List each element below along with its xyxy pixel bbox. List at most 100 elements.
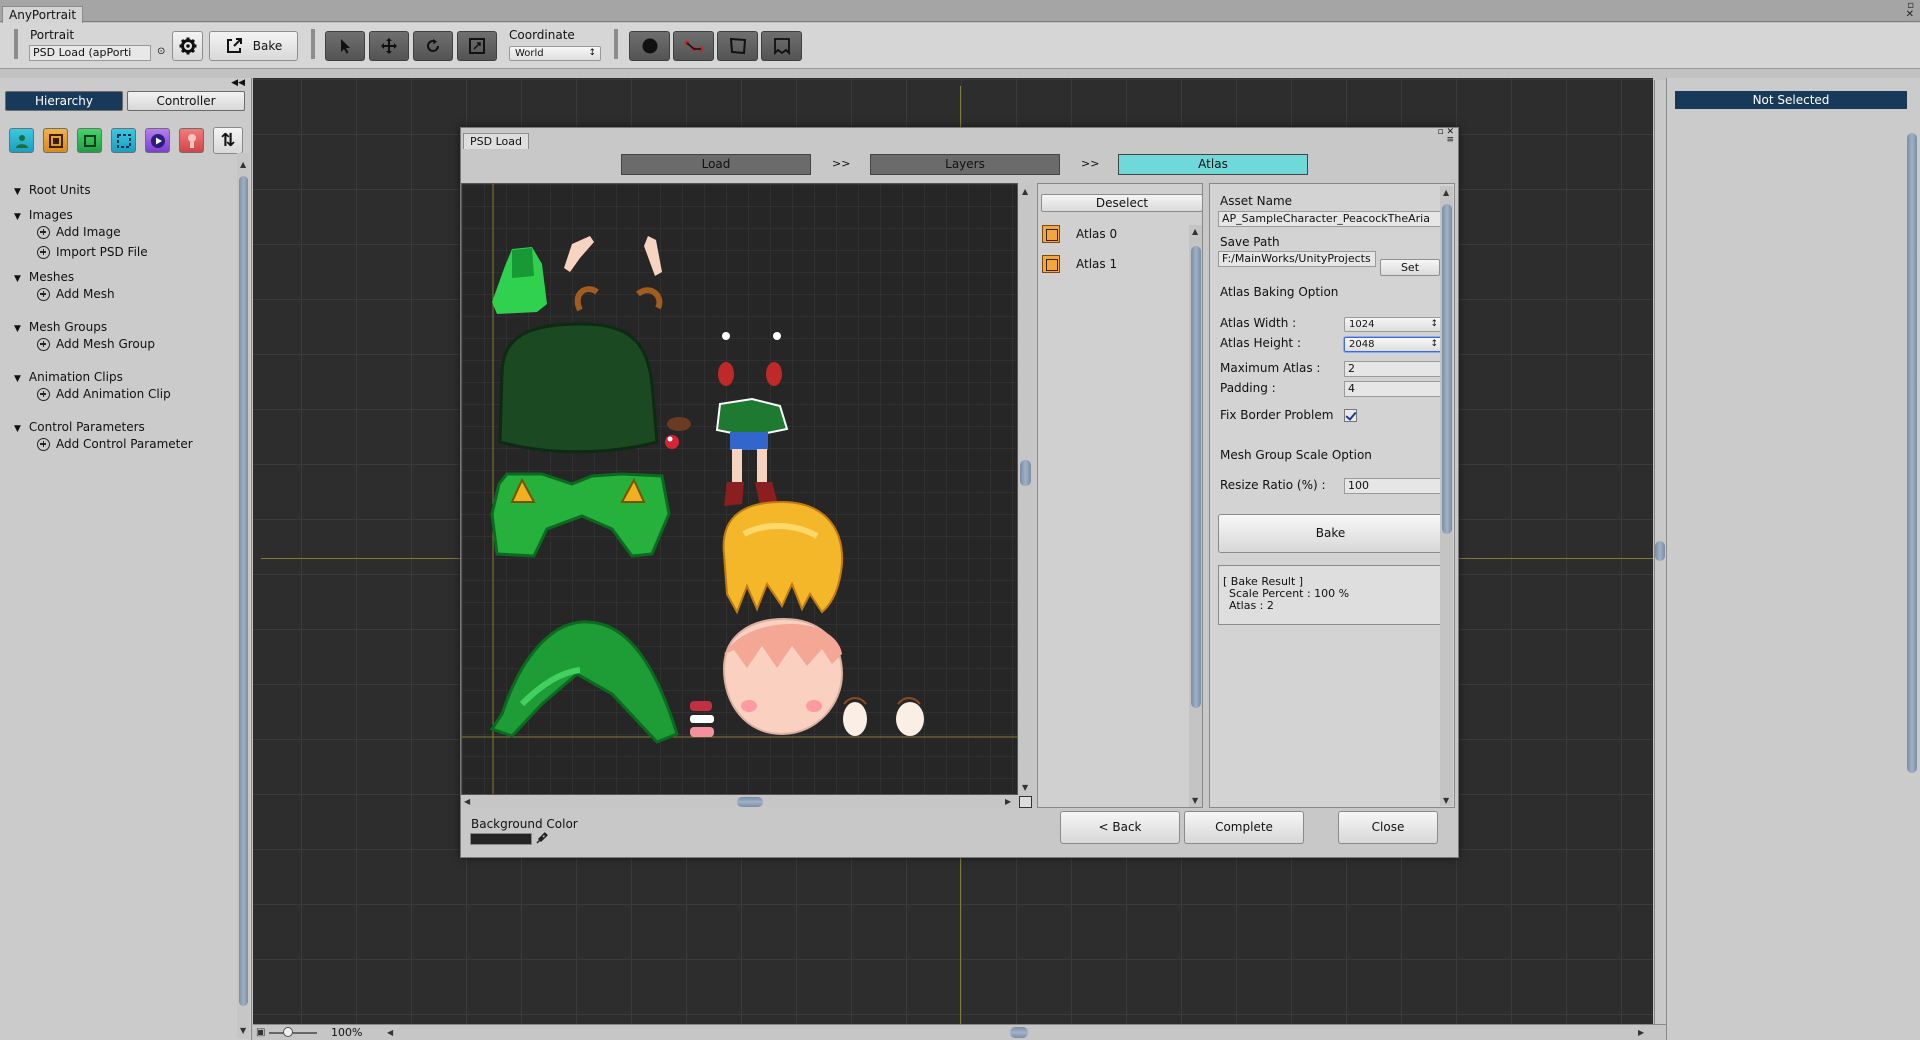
expand-arrow-icon[interactable]: ▼ <box>14 424 21 434</box>
mesh-view-button[interactable] <box>717 31 758 61</box>
scroll-right-icon[interactable]: ▶ <box>1005 797 1011 806</box>
bake-toolbar-button[interactable]: Bake <box>209 31 298 61</box>
scroll-down-icon[interactable]: ▼ <box>1443 796 1449 805</box>
deselect-button[interactable]: Deselect <box>1041 194 1203 212</box>
atlas-width-dropdown[interactable]: 1024 <box>1344 317 1442 332</box>
workspace-vertical-thumb[interactable] <box>1655 541 1665 561</box>
toolbar-grip[interactable] <box>614 29 618 59</box>
filter-meshes-button[interactable] <box>77 128 102 153</box>
bake-button[interactable]: Bake <box>1218 514 1443 553</box>
atlas-preview-canvas[interactable] <box>461 183 1018 795</box>
expand-arrow-icon[interactable]: ▼ <box>14 187 21 197</box>
tree-control-parameters[interactable]: ▼ Control Parameters <box>14 420 145 434</box>
preview-vertical-scrollbar[interactable] <box>1018 183 1033 806</box>
filter-images-button[interactable] <box>43 128 68 153</box>
step-atlas[interactable]: Atlas <box>1118 154 1308 175</box>
complete-button[interactable]: Complete <box>1184 811 1304 844</box>
atlas-height-dropdown[interactable]: 2048 <box>1344 337 1442 352</box>
sort-button[interactable]: ⇅ <box>213 127 243 154</box>
scroll-right-icon[interactable]: ▶ <box>1638 1028 1644 1037</box>
expand-arrow-icon[interactable]: ▼ <box>14 324 21 334</box>
collapse-left-icon[interactable]: ◀◀ <box>231 78 245 88</box>
back-button[interactable]: < Back <box>1060 811 1180 844</box>
tab-controller[interactable]: Controller <box>127 91 245 111</box>
scroll-down-icon[interactable]: ▼ <box>240 1026 246 1035</box>
filter-all-button[interactable] <box>9 128 34 153</box>
bone-view-button[interactable] <box>673 31 714 61</box>
object-picker-icon[interactable]: ⊙ <box>157 46 165 57</box>
add-mesh-item[interactable]: Add Mesh <box>37 287 115 301</box>
scroll-down-icon[interactable]: ▼ <box>1022 783 1028 792</box>
filter-animation-button[interactable] <box>145 128 170 153</box>
close-button[interactable]: Close <box>1338 811 1438 844</box>
move-tool-button[interactable] <box>369 31 409 61</box>
window-controls[interactable]: ▫ ✕ <box>1906 1 1914 20</box>
onion-skin-button[interactable] <box>629 31 670 61</box>
resize-ratio-field[interactable]: 100 <box>1344 478 1442 494</box>
expand-arrow-icon[interactable]: ▼ <box>14 374 21 384</box>
scroll-up-icon[interactable]: ▲ <box>1192 227 1198 236</box>
fix-border-checkbox[interactable] <box>1344 409 1357 422</box>
atlas-list-item[interactable]: Atlas 0 <box>1042 223 1117 245</box>
select-tool-button[interactable] <box>325 31 365 61</box>
tab-hierarchy[interactable]: Hierarchy <box>5 91 123 111</box>
bone-nodes-icon <box>684 40 703 52</box>
expand-arrow-icon[interactable]: ▼ <box>14 212 21 222</box>
coordinate-dropdown[interactable]: World <box>509 46 601 61</box>
workspace-horizontal-thumb[interactable] <box>1010 1027 1028 1038</box>
toolbar-grip[interactable] <box>14 29 18 59</box>
scroll-left-icon[interactable]: ◀ <box>387 1028 393 1037</box>
physics-view-button[interactable] <box>761 31 802 61</box>
rotate-tool-button[interactable] <box>413 31 453 61</box>
atlas-list-item[interactable]: Atlas 1 <box>1042 253 1117 275</box>
step-layers[interactable]: Layers <box>870 154 1060 175</box>
zoom-slider[interactable] <box>269 1032 317 1034</box>
background-color-swatch[interactable] <box>470 833 532 845</box>
atlas-list-panel: Deselect Atlas 0 Atlas 1 ▲ ▼ <box>1037 183 1203 808</box>
add-control-parameter-item[interactable]: Add Control Parameter <box>37 437 193 451</box>
scroll-down-icon[interactable]: ▼ <box>1192 796 1198 805</box>
window-tab[interactable]: AnyPortrait <box>2 6 84 23</box>
portrait-object-field[interactable]: PSD Load (apPorti <box>29 45 151 61</box>
padding-field[interactable]: 4 <box>1344 381 1442 397</box>
asset-name-field[interactable]: AP_SampleCharacter_PeacockTheAria <box>1218 211 1442 227</box>
atlas-list-scroll-thumb[interactable] <box>1191 246 1201 708</box>
filter-params-button[interactable] <box>179 128 204 153</box>
scale-tool-button[interactable] <box>457 31 497 61</box>
preview-horizontal-thumb[interactable] <box>737 797 763 807</box>
tree-images[interactable]: ▼ Images <box>14 208 73 222</box>
scroll-up-icon[interactable]: ▲ <box>240 160 246 169</box>
tree-meshes[interactable]: ▼ Meshes <box>14 270 74 284</box>
tree-animation-clips[interactable]: ▼ Animation Clips <box>14 370 123 384</box>
fit-view-icon[interactable]: ▣ <box>256 1027 265 1038</box>
tree-label: Add Control Parameter <box>56 437 193 451</box>
tree-mesh-groups[interactable]: ▼ Mesh Groups <box>14 320 107 334</box>
add-image-item[interactable]: Add Image <box>37 225 121 239</box>
preview-vertical-thumb[interactable] <box>1020 460 1031 486</box>
dialog-window-controls[interactable]: ▫ ✕ ≡ <box>1437 128 1454 145</box>
mesh-frame-icon <box>729 37 746 55</box>
scroll-left-icon[interactable]: ◀ <box>464 797 470 806</box>
set-path-button[interactable]: Set <box>1380 259 1440 276</box>
settings-button[interactable] <box>172 31 203 61</box>
scroll-up-icon[interactable]: ▲ <box>1022 187 1028 196</box>
tree-root-units[interactable]: ▼ Root Units <box>14 183 91 197</box>
add-circle-icon <box>37 225 50 239</box>
max-atlas-field[interactable]: 2 <box>1344 361 1442 377</box>
expand-arrow-icon[interactable]: ▼ <box>14 274 21 284</box>
add-mesh-group-item[interactable]: Add Mesh Group <box>37 337 155 351</box>
zoom-slider-knob[interactable] <box>283 1027 293 1037</box>
settings-scroll-thumb[interactable] <box>1442 204 1452 534</box>
toolbar-grip[interactable] <box>311 29 315 59</box>
step-separator: >> <box>832 157 851 170</box>
import-psd-item[interactable]: Import PSD File <box>37 245 148 259</box>
inspector-scrollbar-thumb[interactable] <box>1907 133 1917 773</box>
dialog-title-tab[interactable]: PSD Load <box>463 133 529 149</box>
save-path-field[interactable]: F:/MainWorks/UnityProjects <box>1218 251 1376 267</box>
left-scrollbar-thumb[interactable] <box>239 176 248 1006</box>
filter-mesh-groups-button[interactable] <box>111 128 136 153</box>
scroll-up-icon[interactable]: ▲ <box>1443 188 1449 197</box>
add-animation-clip-item[interactable]: Add Animation Clip <box>37 387 171 401</box>
step-load[interactable]: Load <box>621 154 811 175</box>
bake-toolbar-label: Bake <box>252 39 283 53</box>
